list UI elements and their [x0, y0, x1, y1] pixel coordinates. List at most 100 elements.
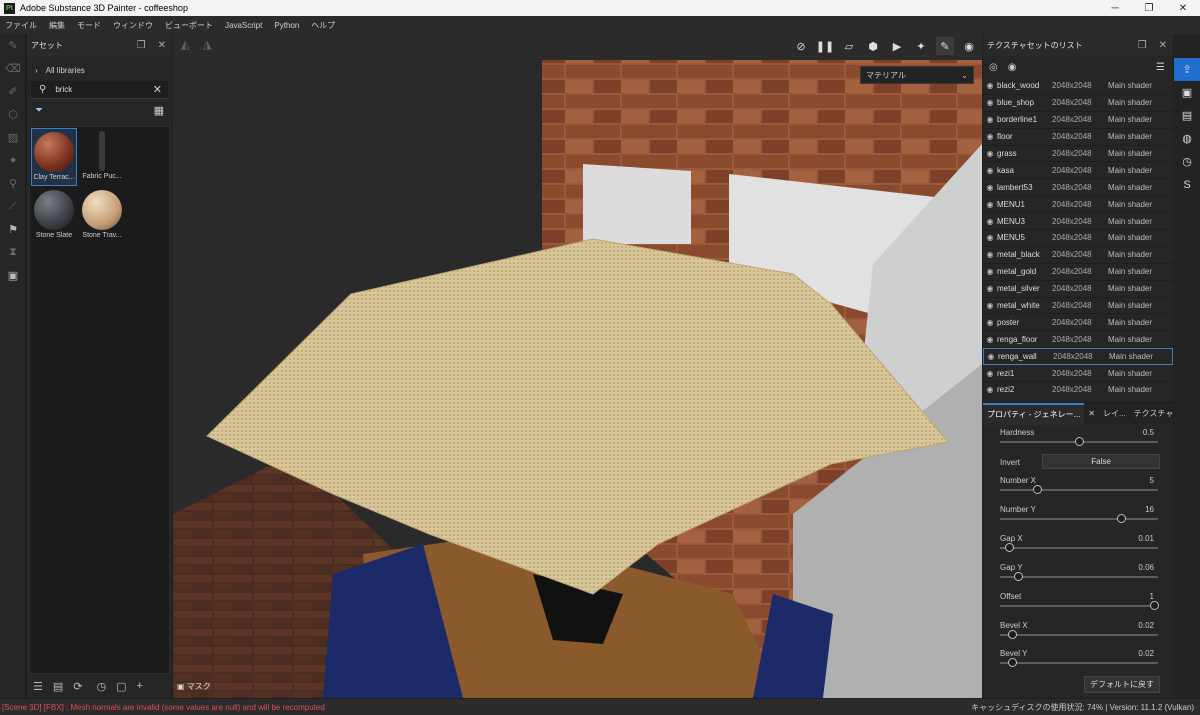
tab-close-icon[interactable]: ✕ — [1084, 409, 1099, 418]
material-mode-dropdown[interactable]: マテリアル ⌄ — [860, 66, 974, 84]
texture-set-shader[interactable]: Main shader — [1108, 318, 1152, 327]
display-settings-icon[interactable]: ▣ — [1174, 81, 1200, 104]
texture-set-shader[interactable]: Main shader — [1108, 233, 1152, 242]
color-picker-icon[interactable]: ⟋ — [0, 195, 26, 218]
substance-share-icon[interactable]: S — [1174, 173, 1200, 196]
slider-track[interactable] — [1000, 634, 1158, 636]
brush-icon[interactable]: ✎ — [936, 37, 954, 55]
eye-icon[interactable]: ◉ — [1008, 62, 1017, 73]
texture-set-row[interactable]: ◉ lambert53 2048x2048 Main shader — [983, 179, 1173, 197]
eye-icon[interactable]: ◉ — [983, 284, 997, 293]
texture-set-shader[interactable]: Main shader — [1108, 301, 1152, 310]
eye-icon[interactable]: ◉ — [983, 217, 997, 226]
texture-set-shader[interactable]: Main shader — [1108, 132, 1152, 141]
texture-set-shader[interactable]: Main shader — [1108, 385, 1152, 394]
menu-file[interactable]: ファイル — [5, 20, 37, 31]
prop-value[interactable]: 0.01 — [1138, 534, 1154, 543]
undock-icon[interactable]: ❐ — [1138, 40, 1147, 51]
prop-value[interactable]: 5 — [1150, 476, 1154, 485]
texture-set-shader[interactable]: Main shader — [1108, 166, 1152, 175]
paint-brush-icon[interactable]: ✎ — [0, 34, 26, 57]
refresh-icon[interactable]: ⟳ — [73, 680, 82, 693]
texture-set-shader[interactable]: Main shader — [1108, 335, 1152, 344]
shader-settings-icon[interactable]: ▤ — [1174, 104, 1200, 127]
smudge-icon[interactable]: ✦ — [0, 149, 26, 172]
texture-set-row[interactable]: ◉ MENU3 2048x2048 Main shader — [983, 213, 1173, 231]
invert-toggle-button[interactable]: False — [1042, 454, 1160, 469]
texture-set-row[interactable]: ◉ metal_white 2048x2048 Main shader — [983, 298, 1173, 315]
texture-set-row[interactable]: ◉ black_wood 2048x2048 Main shader — [983, 78, 1173, 95]
asset-tile[interactable]: Clay Terrac... — [31, 128, 77, 186]
texture-set-row[interactable]: ◉ metal_black 2048x2048 Main shader — [983, 247, 1173, 264]
undock-icon[interactable]: ❐ — [137, 40, 146, 51]
texture-set-shader[interactable]: Main shader — [1108, 284, 1152, 293]
clear-search-icon[interactable]: ✕ — [153, 83, 162, 96]
texture-set-row[interactable]: ◉ metal_gold 2048x2048 Main shader — [983, 264, 1173, 281]
paint-mode-icon[interactable]: ✦ — [912, 37, 930, 55]
texture-set-shader[interactable]: Main shader — [1108, 250, 1152, 259]
slider-track[interactable] — [1000, 662, 1158, 664]
maximize-icon[interactable]: ❐ — [1132, 0, 1166, 16]
list-settings-icon[interactable]: ▤ — [53, 680, 63, 693]
texture-set-row[interactable]: ◉ renga_wall 2048x2048 Main shader — [983, 348, 1173, 366]
eye-icon[interactable]: ◉ — [983, 81, 997, 90]
texture-set-shader[interactable]: Main shader — [1108, 183, 1152, 192]
tab-layers[interactable]: レイ... — [1099, 408, 1130, 419]
eye-icon[interactable]: ◉ — [983, 183, 997, 192]
texture-set-row[interactable]: ◉ rezi2 2048x2048 Main shader — [983, 382, 1173, 398]
texture-set-row[interactable]: ◉ floor 2048x2048 Main shader — [983, 129, 1173, 146]
folder-icon[interactable]: ▢ — [116, 680, 126, 693]
texture-set-shader[interactable]: Main shader — [1108, 81, 1152, 90]
slider-knob[interactable] — [1007, 630, 1017, 639]
menu-python[interactable]: Python — [274, 21, 299, 30]
environment-icon[interactable]: ◍ — [1174, 127, 1200, 150]
export-icon[interactable]: ⇪ — [1174, 58, 1200, 81]
asset-tile[interactable]: Stone Trav... — [79, 187, 125, 245]
symmetry-icon[interactable]: ◭ — [181, 38, 189, 51]
menu-javascript[interactable]: JavaScript — [225, 21, 262, 30]
eye-icon[interactable]: ◉ — [983, 369, 997, 378]
sort-icon[interactable]: ☰ — [33, 680, 43, 693]
slider-track[interactable] — [1000, 576, 1158, 578]
visibility-mode-icon[interactable]: ◎ — [989, 62, 998, 73]
clone-stamp-icon[interactable]: ⚲ — [0, 172, 26, 195]
slider-knob[interactable] — [1013, 572, 1023, 581]
prop-value[interactable]: 0.06 — [1138, 563, 1154, 572]
texture-set-shader[interactable]: Main shader — [1108, 115, 1152, 124]
slider-knob[interactable] — [1117, 514, 1126, 523]
eye-icon[interactable]: ◉ — [983, 149, 997, 158]
texture-set-row[interactable]: ◉ poster 2048x2048 Main shader — [983, 314, 1173, 332]
close-panel-icon[interactable]: ✕ — [1159, 40, 1167, 51]
selection-icon[interactable]: ▱ — [840, 37, 858, 55]
slider-track[interactable] — [1000, 489, 1158, 491]
eye-icon[interactable]: ◉ — [983, 233, 997, 242]
texture-set-shader[interactable]: Main shader — [1108, 369, 1152, 378]
menu-help[interactable]: ヘルプ — [311, 20, 335, 31]
close-panel-icon[interactable]: ✕ — [158, 40, 166, 51]
slider-knob[interactable] — [1075, 437, 1084, 446]
search-field[interactable]: ⚲ brick ✕ — [31, 81, 168, 99]
texture-set-shader[interactable]: Main shader — [1108, 217, 1152, 226]
polygon-fill-icon[interactable]: ▨ — [0, 126, 26, 149]
eye-icon[interactable]: ◉ — [983, 132, 997, 141]
tab-properties[interactable]: プロパティ - ジェネレー... — [983, 402, 1085, 425]
eraser-icon[interactable]: ⌫ — [0, 57, 26, 80]
texture-set-shader[interactable]: Main shader — [1108, 267, 1152, 276]
prop-value[interactable]: 0.02 — [1138, 649, 1154, 658]
texture-set-row[interactable]: ◉ borderline1 2048x2048 Main shader — [983, 112, 1173, 129]
search-input[interactable]: brick — [55, 85, 72, 94]
eye-icon[interactable]: ◉ — [984, 352, 998, 361]
list-menu-icon[interactable]: ☰ — [1156, 62, 1165, 73]
texture-set-row[interactable]: ◉ renga_floor 2048x2048 Main shader — [983, 331, 1173, 349]
prop-value[interactable]: 0.02 — [1138, 621, 1154, 630]
geometry-mask-icon[interactable]: ⬡ — [0, 103, 26, 126]
slider-track[interactable] — [1000, 605, 1158, 607]
asset-tile[interactable]: Stone Slate — [31, 187, 77, 245]
texture-set-shader[interactable]: Main shader — [1108, 149, 1152, 158]
camera-icon[interactable]: ▶ — [888, 37, 906, 55]
eye-icon[interactable]: ◉ — [983, 301, 997, 310]
menu-edit[interactable]: 編集 — [49, 20, 65, 31]
prop-value[interactable]: 1 — [1150, 592, 1154, 601]
texture-set-row[interactable]: ◉ MENU1 2048x2048 Main shader — [983, 196, 1173, 214]
slider-knob[interactable] — [1007, 658, 1017, 667]
